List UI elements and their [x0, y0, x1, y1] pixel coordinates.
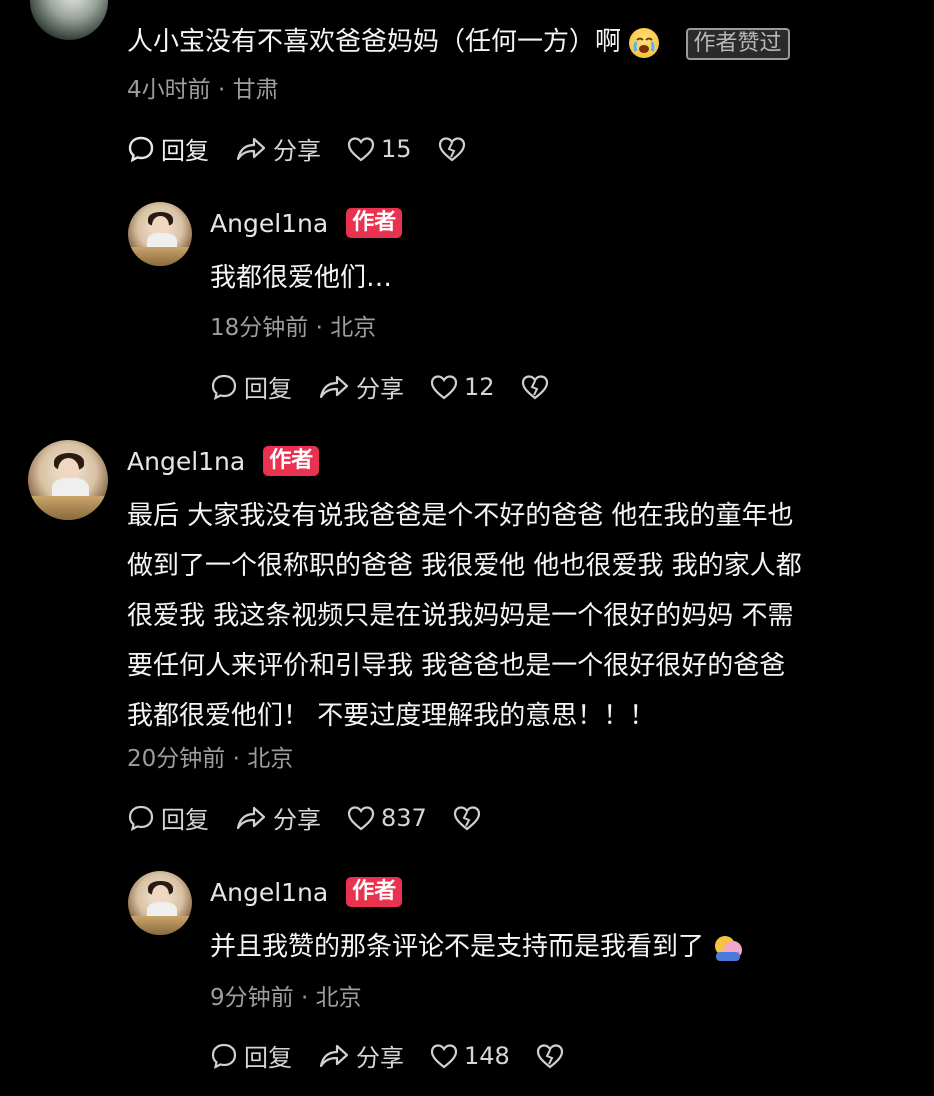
author-liked-badge: 作者赞过: [685, 28, 790, 60]
share-label: 分享: [273, 137, 321, 165]
author-badge: 作者: [263, 446, 320, 476]
heart-icon: [347, 136, 375, 161]
like-button[interactable]: 15: [347, 135, 412, 163]
share-icon: [319, 375, 349, 398]
username[interactable]: Angel1na: [210, 878, 328, 907]
share-button[interactable]: 分享: [318, 369, 404, 404]
share-button[interactable]: 分享: [235, 800, 321, 835]
comment-icon: [128, 805, 154, 831]
reply-text: 并且我赞的那条评论不是支持而是我看到了: [210, 932, 705, 962]
comment-line: 很爱我 我这条视频只是在说我妈妈是一个很好的妈妈 不需: [127, 601, 794, 631]
dislike-icon: [453, 805, 480, 830]
comment-meta: 4小时前 · 甘肃: [127, 77, 279, 103]
comment-actions: 回复 分享 837: [127, 800, 513, 835]
reply-label: 回复: [244, 375, 292, 403]
comment-line: 最后 大家我没有说我爸爸是个不好的爸爸 他在我的童年也: [127, 501, 794, 531]
hug-emoji-icon: [712, 933, 744, 963]
reply-text-row: 并且我赞的那条评论不是支持而是我看到了: [210, 922, 744, 972]
heart-icon: [347, 805, 375, 830]
avatar[interactable]: [28, 440, 108, 520]
like-count: 12: [464, 372, 495, 401]
reply-meta: 18分钟前 · 北京: [210, 315, 377, 341]
like-button[interactable]: 837: [347, 804, 427, 832]
comment-line: 要任何人来评价和引导我 我爸爸也是一个很好很好的爸爸: [127, 651, 786, 681]
reply-meta: 9分钟前 · 北京: [210, 985, 362, 1011]
avatar[interactable]: [128, 871, 192, 935]
share-button[interactable]: 分享: [235, 131, 321, 166]
comment-meta: 20分钟前 · 北京: [127, 746, 294, 772]
comment-icon: [128, 136, 154, 162]
comment-actions: 回复 分享 15: [127, 131, 498, 166]
share-icon: [319, 1044, 349, 1067]
reply-label: 回复: [161, 806, 209, 834]
reply-header: Angel1na 作者: [210, 208, 403, 238]
heart-icon: [430, 1043, 458, 1068]
comment-text: 最后 大家我没有说我爸爸是个不好的爸爸 他在我的童年也 做到了一个很称职的爸爸 …: [127, 491, 917, 741]
comment-line: 我都很爱他们！ 不要过度理解我的意思！！！: [127, 701, 656, 731]
dislike-icon: [521, 374, 548, 399]
reply-label: 回复: [161, 137, 209, 165]
reply-button[interactable]: 回复: [210, 1038, 292, 1073]
comment-line: 做到了一个很称职的爸爸 我很爱他 他也很爱我 我的家人都: [127, 551, 802, 581]
reply-button[interactable]: 回复: [210, 369, 292, 404]
comment-0: 人小宝没有不喜欢爸爸妈妈（任何一方）啊 作者赞过: [127, 17, 790, 67]
like-button[interactable]: 148: [430, 1042, 510, 1070]
like-count: 837: [381, 803, 427, 832]
share-label: 分享: [356, 375, 404, 403]
reply-button[interactable]: 回复: [127, 800, 209, 835]
username[interactable]: Angel1na: [127, 447, 245, 476]
like-button[interactable]: 12: [430, 373, 495, 401]
username[interactable]: Angel1na: [210, 209, 328, 238]
heart-icon: [430, 374, 458, 399]
share-icon: [236, 137, 266, 160]
reply-header: Angel1na 作者: [210, 877, 403, 907]
comment-icon: [211, 1043, 237, 1069]
share-icon: [236, 806, 266, 829]
share-label: 分享: [356, 1044, 404, 1072]
like-count: 15: [381, 134, 412, 163]
dislike-button[interactable]: [536, 1043, 570, 1069]
crying-emoji-icon: [629, 27, 660, 58]
avatar[interactable]: [30, 0, 108, 40]
reply-actions: 回复 分享 12: [210, 369, 581, 404]
like-count: 148: [464, 1041, 510, 1070]
reply-text: 我都很爱他们…: [210, 263, 393, 293]
dislike-icon: [536, 1043, 563, 1068]
reply-actions: 回复 分享 148: [210, 1038, 596, 1073]
reply-button[interactable]: 回复: [127, 131, 209, 166]
share-button[interactable]: 分享: [318, 1038, 404, 1073]
dislike-button[interactable]: [453, 805, 487, 831]
comment-icon: [211, 374, 237, 400]
dislike-icon: [438, 136, 465, 161]
author-badge: 作者: [346, 877, 403, 907]
avatar[interactable]: [128, 202, 192, 266]
reply-label: 回复: [244, 1044, 292, 1072]
share-label: 分享: [273, 806, 321, 834]
comment-text: 人小宝没有不喜欢爸爸妈妈（任何一方）啊: [127, 27, 622, 57]
dislike-button[interactable]: [521, 374, 555, 400]
author-badge: 作者: [346, 208, 403, 238]
dislike-button[interactable]: [438, 136, 472, 162]
comment-header: Angel1na 作者: [127, 446, 320, 476]
